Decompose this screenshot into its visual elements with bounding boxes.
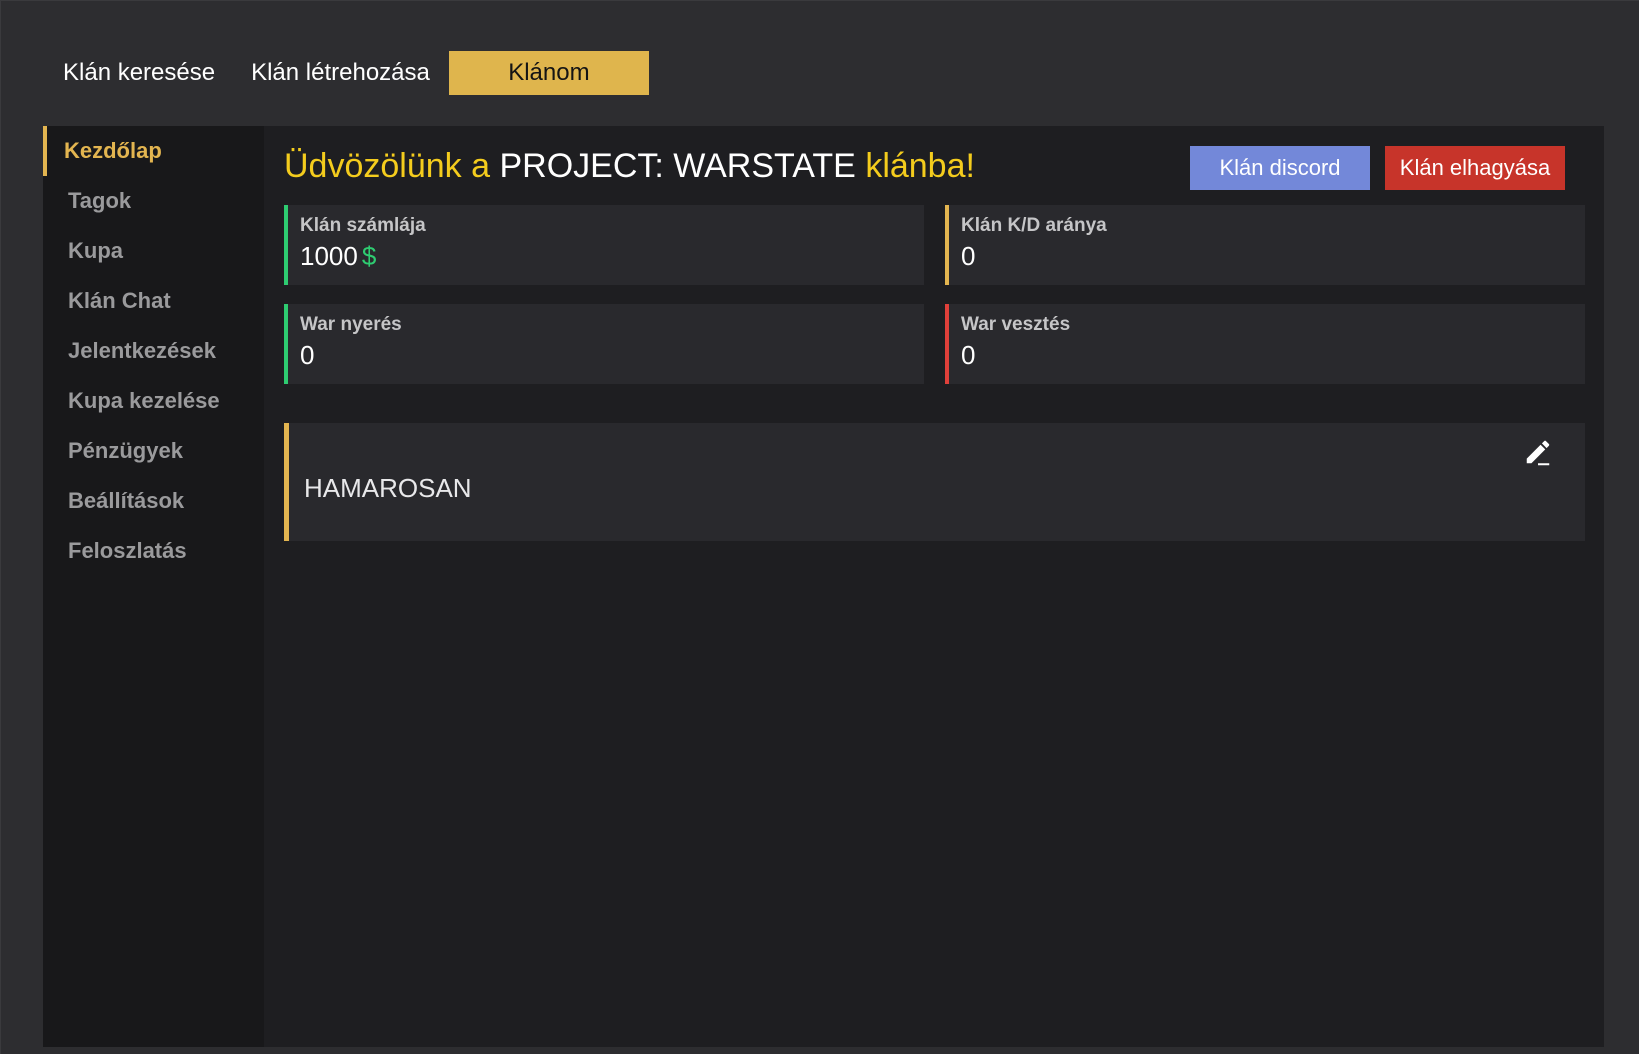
page-title: Üdvözölünk a PROJECT: WARSTATE klánba! — [284, 146, 975, 186]
stat-label: Klán K/D aránya — [961, 215, 1107, 236]
stat-value: 0 — [300, 340, 315, 370]
sidebar-item-members[interactable]: Tagok — [43, 176, 264, 226]
stat-value: 1000 $ — [300, 239, 924, 273]
clan-discord-button[interactable]: Klán discord — [1190, 146, 1370, 190]
nav-clan-search[interactable]: Klán keresése — [45, 51, 233, 95]
sidebar-item-settings[interactable]: Beállítások — [43, 476, 264, 526]
stat-card-war-losses: War vesztés 0 — [945, 304, 1585, 384]
nav-my-clan[interactable]: Klánom — [448, 51, 649, 95]
stat-card-war-wins: War nyerés 0 — [284, 304, 924, 384]
clan-name: PROJECT: WARSTATE — [499, 147, 856, 185]
sidebar: Kezdőlap Tagok Kupa Klán Chat Jelentkezé… — [43, 126, 264, 1047]
sidebar-item-applications[interactable]: Jelentkezések — [43, 326, 264, 376]
sidebar-item-clan-chat[interactable]: Klán Chat — [43, 276, 264, 326]
sidebar-item-cup[interactable]: Kupa — [43, 226, 264, 276]
dollar-icon: $ — [361, 241, 377, 271]
notice-text: HAMAROSAN — [304, 473, 472, 503]
stat-label: War nyerés — [300, 314, 402, 335]
header-actions: Klán discord Klán elhagyása — [1190, 146, 1565, 190]
stat-label: Klán számlája — [300, 215, 426, 236]
stat-label: War vesztés — [961, 314, 1071, 335]
clan-notice-card: HAMAROSAN — [284, 423, 1585, 541]
sidebar-item-cup-management[interactable]: Kupa kezelése — [43, 376, 264, 426]
welcome-suffix: klánba! — [865, 147, 975, 185]
leave-clan-button[interactable]: Klán elhagyása — [1385, 146, 1565, 190]
sidebar-item-finances[interactable]: Pénzügyek — [43, 426, 264, 476]
stat-value: 0 — [961, 340, 976, 370]
stat-card-balance: Klán számlája 1000 $ — [284, 205, 924, 285]
stat-value: 0 — [961, 241, 976, 271]
sidebar-item-home[interactable]: Kezdőlap — [43, 126, 264, 176]
clan-panel: Kezdőlap Tagok Kupa Klán Chat Jelentkezé… — [43, 126, 1604, 1047]
stat-card-kd: Klán K/D aránya 0 — [945, 205, 1585, 285]
top-navigation: Klán keresése Klán létrehozása Klánom — [45, 51, 649, 95]
sidebar-item-disband[interactable]: Feloszlatás — [43, 526, 264, 576]
welcome-prefix: Üdvözölünk a — [284, 147, 491, 185]
app-window: Klán keresése Klán létrehozása Klánom Ke… — [0, 0, 1639, 1054]
pencil-icon[interactable] — [1523, 437, 1553, 467]
main-content: Üdvözölünk a PROJECT: WARSTATE klánba! K… — [264, 126, 1604, 1047]
balance-amount: 1000 — [300, 241, 358, 271]
stats-grid: Klán számlája 1000 $ Klán K/D aránya 0 Wa… — [284, 205, 1585, 384]
nav-clan-create[interactable]: Klán létrehozása — [233, 51, 448, 95]
